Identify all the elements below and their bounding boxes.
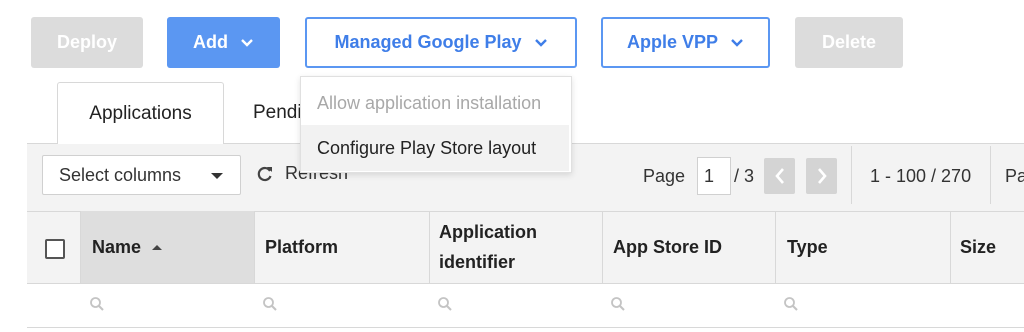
column-header-size[interactable]: Size — [950, 211, 1024, 283]
search-icon[interactable] — [610, 296, 626, 312]
search-icon[interactable] — [437, 296, 453, 312]
managed-google-play-button[interactable]: Managed Google Play — [305, 17, 577, 68]
column-size-label: Size — [960, 237, 997, 257]
divider — [27, 327, 1024, 328]
next-page-button[interactable] — [806, 158, 837, 194]
column-header-name[interactable]: Name — [81, 211, 254, 283]
page-size-label: Pa — [1005, 156, 1024, 196]
record-range: 1 - 100 / 270 — [870, 156, 971, 196]
page-size-text: Pa — [1005, 165, 1024, 186]
add-label: Add — [193, 32, 228, 52]
tab-applications[interactable]: Applications — [57, 82, 224, 144]
divider — [851, 146, 852, 204]
page-label: Page — [643, 165, 686, 186]
chevron-right-icon — [817, 168, 827, 184]
chevron-down-icon — [731, 38, 743, 47]
select-all-checkbox[interactable] — [45, 239, 65, 259]
deploy-button[interactable]: Deploy — [31, 17, 143, 68]
column-platform-label: Platform — [265, 237, 339, 257]
sort-ascending-icon — [152, 245, 163, 250]
tab-applications-label: Applications — [89, 102, 192, 124]
menu-item-label: Allow application installation — [317, 92, 542, 113]
search-icon[interactable] — [783, 296, 799, 312]
column-header-app-store-id[interactable]: App Store ID — [602, 211, 775, 283]
select-columns-label: Select columns — [59, 164, 182, 185]
filter-row — [27, 283, 1024, 332]
divider — [990, 146, 991, 204]
pager: Page / 3 — [643, 156, 754, 196]
chevron-down-icon — [241, 38, 253, 47]
add-button[interactable]: Add — [167, 17, 280, 68]
record-range-label: 1 - 100 / 270 — [870, 165, 972, 186]
refresh-icon — [257, 166, 272, 181]
apple-vpp-label: Apple VPP — [626, 32, 719, 52]
managed-google-play-menu: Allow application installation Configure… — [300, 76, 572, 173]
column-header-application-identifier[interactable]: Application identifier — [429, 211, 602, 283]
select-columns-dropdown[interactable]: Select columns — [42, 155, 241, 195]
chevron-left-icon — [774, 168, 784, 184]
column-application-identifier-label: Application identifier — [439, 222, 537, 272]
menu-item-allow-application-installation[interactable]: Allow application installation — [301, 80, 571, 126]
column-app-store-id-label: App Store ID — [613, 237, 723, 257]
column-header-platform[interactable]: Platform — [254, 211, 429, 283]
search-icon[interactable] — [262, 296, 278, 312]
delete-label: Delete — [821, 32, 877, 52]
column-header-type[interactable]: Type — [775, 211, 950, 283]
caret-down-icon — [211, 173, 223, 179]
managed-google-play-label: Managed Google Play — [334, 32, 522, 52]
page-number-input[interactable] — [697, 157, 732, 195]
previous-page-button[interactable] — [764, 158, 795, 194]
deploy-label: Deploy — [56, 32, 117, 52]
search-icon[interactable] — [89, 296, 105, 312]
page-total: / 3 — [734, 165, 755, 186]
apple-vpp-button[interactable]: Apple VPP — [601, 17, 770, 68]
tab-pending-label: Pendi — [253, 102, 302, 123]
column-type-label: Type — [787, 237, 828, 257]
chevron-down-icon — [534, 38, 547, 47]
delete-button[interactable]: Delete — [795, 17, 903, 68]
column-name-label: Name — [92, 237, 142, 257]
menu-item-configure-play-store-layout[interactable]: Configure Play Store layout — [301, 125, 569, 171]
menu-item-label: Configure Play Store layout — [317, 137, 537, 158]
